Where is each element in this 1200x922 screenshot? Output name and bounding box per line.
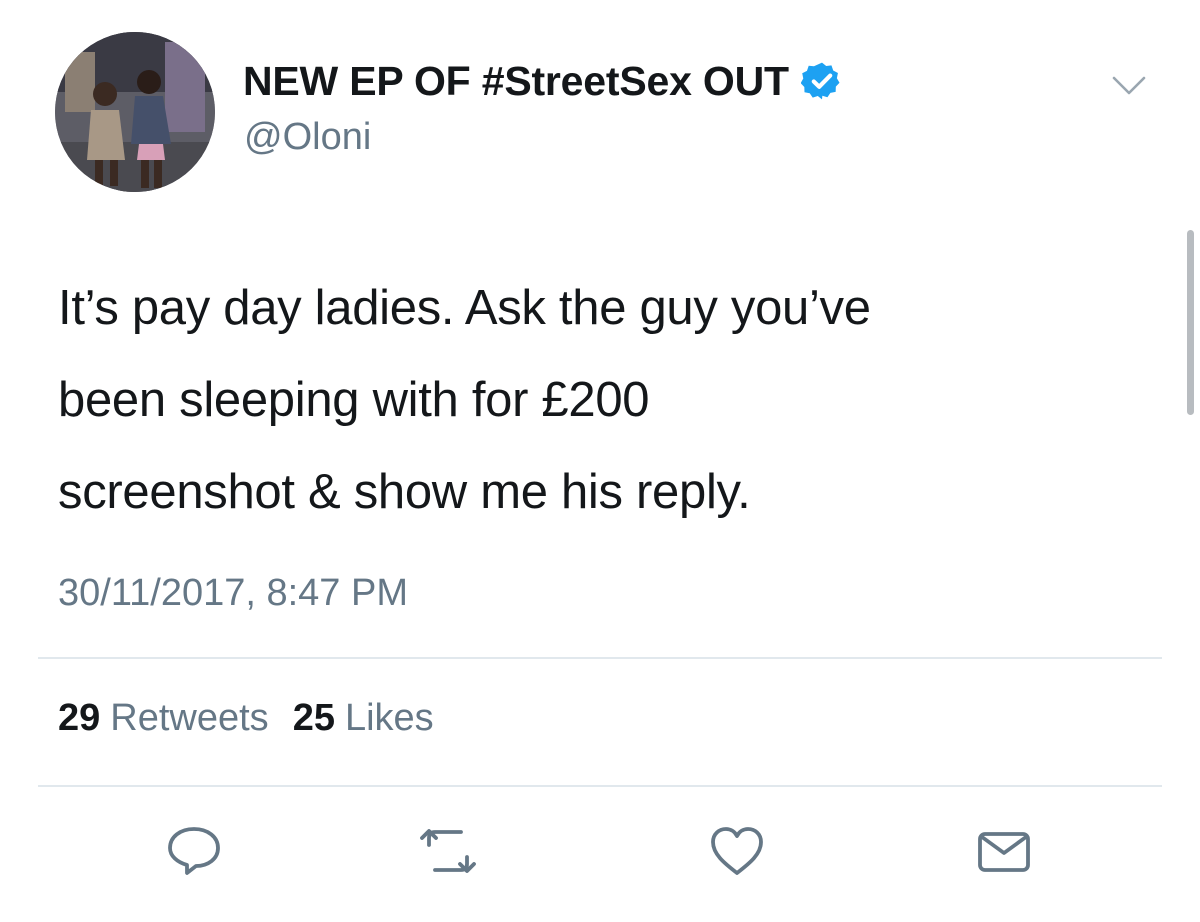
retweets-label: Retweets bbox=[110, 697, 269, 739]
heart-icon bbox=[711, 827, 763, 875]
retweets-stat[interactable]: 29 Retweets bbox=[58, 697, 269, 740]
author-handle[interactable]: @Oloni bbox=[244, 116, 371, 159]
author-name-row[interactable]: NEW EP OF #StreetSex OUT bbox=[243, 56, 843, 106]
tweet-text: It’s pay day ladies. Ask the guy you’ve … bbox=[58, 262, 1158, 538]
direct-message-button[interactable] bbox=[973, 820, 1035, 882]
likes-stat[interactable]: 25 Likes bbox=[293, 697, 434, 740]
tweet-timestamp[interactable]: 30/11/2017, 8:47 PM bbox=[58, 572, 408, 615]
retweets-count: 29 bbox=[58, 697, 101, 739]
tweet-text-line: It’s pay day ladies. Ask the guy you’ve bbox=[58, 281, 871, 335]
tweet-text-line: screenshot & show me his reply. bbox=[58, 465, 751, 519]
divider bbox=[38, 657, 1162, 659]
avatar-photo bbox=[55, 32, 215, 192]
likes-count: 25 bbox=[292, 697, 335, 739]
avatar[interactable] bbox=[55, 32, 215, 192]
chevron-down-icon[interactable] bbox=[1108, 68, 1150, 102]
likes-label: Likes bbox=[344, 697, 434, 739]
divider bbox=[38, 785, 1162, 787]
scrollbar[interactable] bbox=[1187, 230, 1194, 415]
retweet-button[interactable] bbox=[417, 820, 479, 882]
verified-badge-icon bbox=[800, 62, 840, 100]
display-name[interactable]: NEW EP OF #StreetSex OUT bbox=[243, 58, 789, 105]
like-button[interactable] bbox=[706, 820, 768, 882]
envelope-icon bbox=[978, 832, 1030, 872]
tweet-detail: NEW EP OF #StreetSex OUT @Oloni It’s pay… bbox=[0, 0, 1200, 922]
reply-button[interactable] bbox=[163, 820, 225, 882]
tweet-stats: 29 Retweets 25 Likes bbox=[58, 697, 458, 740]
tweet-text-line: been sleeping with for £200 bbox=[58, 373, 650, 427]
reply-icon bbox=[168, 827, 220, 875]
retweet-icon bbox=[420, 829, 476, 873]
